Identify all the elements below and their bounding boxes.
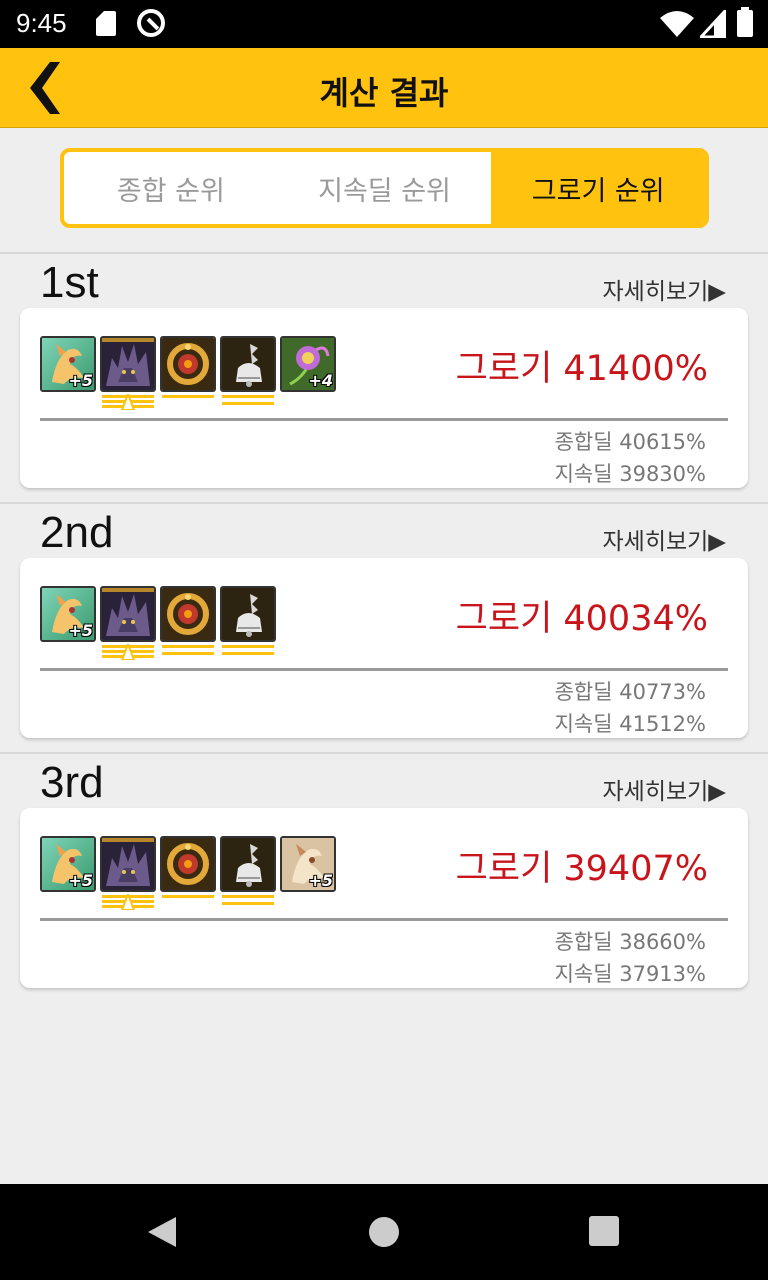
grog-percent: 그로기 39407% [455,849,708,889]
divider [0,752,768,754]
grade-underline [162,894,214,910]
gold-gem-ring-icon [160,836,216,892]
total-deal: 종합딜 40615% [554,430,706,454]
tab-grog-rank[interactable]: 그로기 순위 [491,152,705,224]
rank-label: 2nd [40,508,114,557]
result-card[interactable]: +5 +5 그로기 39407% 종합딜 38660% 지속딜 37913% [20,808,748,988]
sustain-deal: 지속딜 37913% [554,962,706,986]
grog-percent: 그로기 40034% [455,599,708,639]
detail-link[interactable]: 자세히보기▶ [603,522,727,556]
detail-link[interactable]: 자세히보기▶ [603,272,727,306]
status-time: 9:45 [16,8,67,38]
divider [0,252,768,254]
grog-percent: 그로기 41400% [455,349,708,389]
grade-underline [102,644,154,660]
sustain-deal: 지속딜 41512% [554,712,706,736]
sustain-deal: 지속딜 39830% [554,462,706,486]
rank-label: 3rd [40,758,104,807]
dark-beast-icon [100,586,156,642]
navigation-bar [0,1184,768,1280]
gold-gem-ring-icon [160,586,216,642]
silver-bell-icon [220,586,276,642]
sd-card-icon [96,11,116,36]
total-deal: 종합딜 38660% [554,930,706,954]
data-saver-icon [137,9,165,37]
dark-beast-icon [100,836,156,892]
enhance-level: +5 [68,371,93,390]
result-card[interactable]: +5 +4 그로기 41400% 종합딜 40615% 지속딜 39830% [20,308,748,488]
app-bar: 계산 결과 [0,48,768,128]
grade-underline [102,894,154,910]
grade-underline [222,644,274,660]
enhance-level: +5 [68,621,93,640]
enhance-level: +4 [308,371,333,390]
page-title: 계산 결과 [319,74,449,112]
fox-spirit-pale-icon: +5 [280,836,336,892]
fox-spirit-icon: +5 [40,586,96,642]
fox-spirit-icon: +5 [40,336,96,392]
nav-back-icon[interactable] [146,1216,178,1248]
grade-underline [162,644,214,660]
purple-flower-icon: +4 [280,336,336,392]
tab-total-rank[interactable]: 종합 순위 [64,152,278,224]
ranking-tabs: 종합 순위 지속딜 순위 그로기 순위 [60,148,709,228]
battery-icon [737,7,753,37]
enhance-level: +5 [68,871,93,890]
status-bar: 9:45 [0,0,768,48]
detail-link[interactable]: 자세히보기▶ [603,772,727,806]
tab-sustain-rank[interactable]: 지속딜 순위 [278,152,492,224]
gold-gem-ring-icon [160,336,216,392]
wifi-icon [660,11,694,37]
grade-underline [222,394,274,410]
divider [0,502,768,504]
signal-icon [700,10,726,38]
nav-home-icon[interactable] [368,1216,400,1248]
silver-bell-icon [220,336,276,392]
card-separator [40,668,728,671]
grade-underline [162,394,214,410]
dark-beast-icon [100,336,156,392]
fox-spirit-icon: +5 [40,836,96,892]
enhance-level: +5 [308,871,333,890]
grade-underline [222,894,274,910]
grade-underline [102,394,154,410]
silver-bell-icon [220,836,276,892]
card-separator [40,418,728,421]
rank-label: 1st [40,258,99,307]
card-separator [40,918,728,921]
result-card[interactable]: +5 그로기 40034% 종합딜 40773% 지속딜 41512% [20,558,748,738]
nav-recents-icon[interactable] [589,1216,619,1246]
total-deal: 종합딜 40773% [554,680,706,704]
